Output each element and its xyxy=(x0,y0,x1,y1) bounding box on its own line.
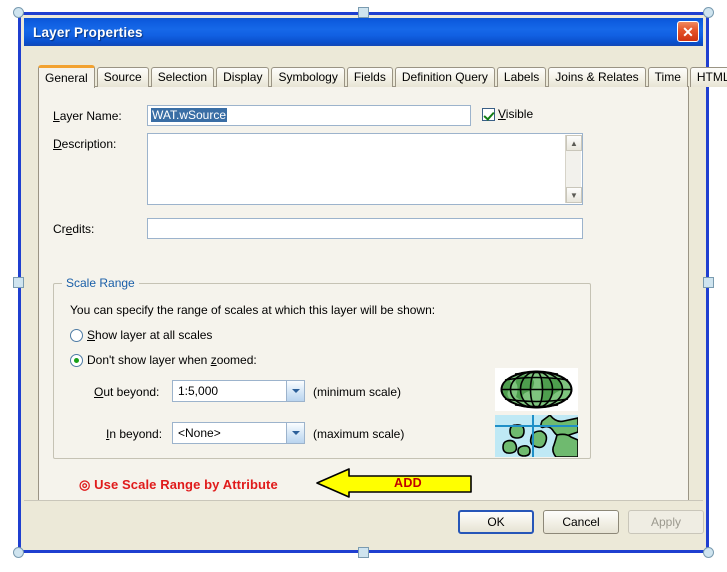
scale-range-group: Scale Range You can specify the range of… xyxy=(53,276,591,459)
window-titlebar[interactable]: Layer Properties ✕ xyxy=(24,18,703,46)
layer-name-label: LLayer Name:ayer Name: xyxy=(53,109,122,123)
out-beyond-hint: (minimum scale) xyxy=(313,385,402,399)
map-icon xyxy=(495,413,579,458)
description-scrollbar[interactable]: ▲ ▼ xyxy=(565,135,582,203)
tab-label: Display xyxy=(223,70,263,84)
selection-handle-middle-right[interactable] xyxy=(703,277,714,288)
out-beyond-combo[interactable]: 1:5,000 xyxy=(172,380,305,402)
tab-label: Fields xyxy=(353,70,386,84)
visible-checkbox[interactable]: Visible xyxy=(482,107,533,121)
radio-dont-show-when-zoomed[interactable]: Don't show layer when zoomed: xyxy=(70,353,257,367)
tab-label: Labels xyxy=(503,70,540,84)
tab-label: Source xyxy=(103,70,142,84)
world-globe-thumbnail xyxy=(495,368,578,411)
layer-name-input[interactable]: WAT.wSource xyxy=(147,105,471,126)
selection-handle-bottom-left[interactable] xyxy=(13,547,24,558)
use-scale-range-by-attribute-link[interactable]: ◎ Use Scale Range by Attribute xyxy=(79,477,278,493)
out-beyond-label: Out beyond: xyxy=(94,385,160,399)
scale-range-legend: Scale Range xyxy=(62,276,139,290)
apply-button: Apply xyxy=(628,510,704,534)
scroll-down-icon[interactable]: ▼ xyxy=(566,187,582,203)
tab-general[interactable]: General xyxy=(38,65,95,88)
general-tab-panel: LLayer Name:ayer Name: WAT.wSource Visib… xyxy=(38,86,689,501)
dialog-body: General Source Selection Display Symbolo… xyxy=(24,46,727,547)
cancel-button[interactable]: Cancel xyxy=(543,510,619,534)
dialog-button-bar: OK Cancel Apply xyxy=(24,500,704,547)
tab-symbology[interactable]: Symbology xyxy=(271,67,345,87)
tab-label: HTML Popup xyxy=(696,70,727,84)
in-beyond-value: <None> xyxy=(178,426,221,440)
description-textarea[interactable]: ▲ ▼ xyxy=(147,133,583,205)
tab-fields[interactable]: Fields xyxy=(346,67,393,87)
radio-dont-show-when-zoomed-label: Don't show layer when zoomed: xyxy=(87,353,257,367)
radio-circle-icon xyxy=(70,328,83,342)
layer-properties-window: Layer Properties ✕ General Source Select… xyxy=(18,12,727,553)
selection-handle-top-right[interactable] xyxy=(703,7,714,18)
tab-label: Definition Query xyxy=(401,70,488,84)
radio-circle-selected-icon xyxy=(70,353,83,367)
tab-joins-relates[interactable]: Joins & Relates xyxy=(548,67,646,87)
window-title: Layer Properties xyxy=(33,24,143,40)
visible-label: Visible xyxy=(498,107,534,121)
credits-input[interactable] xyxy=(147,218,583,239)
checkbox-check-icon xyxy=(482,107,495,121)
selection-handle-top-center[interactable] xyxy=(358,7,369,18)
zoomed-map-thumbnail xyxy=(495,413,579,458)
chevron-down-icon[interactable] xyxy=(286,423,304,443)
tab-display[interactable]: Display xyxy=(216,67,270,87)
tab-definition-query[interactable]: Definition Query xyxy=(394,67,495,87)
out-beyond-value: 1:5,000 xyxy=(178,384,219,398)
tab-label: General xyxy=(45,71,88,85)
add-callout-label: ADD xyxy=(394,476,422,490)
radio-show-all-scales[interactable]: Show layer at all scales xyxy=(70,328,212,342)
in-beyond-label: In beyond: xyxy=(106,427,163,441)
description-label: Description: xyxy=(53,137,117,151)
tab-label: Time xyxy=(654,70,681,84)
selection-handle-bottom-center[interactable] xyxy=(358,547,369,558)
chevron-down-icon[interactable] xyxy=(286,381,304,401)
tab-selection[interactable]: Selection xyxy=(150,67,215,87)
in-beyond-hint: (maximum scale) xyxy=(313,427,405,441)
radio-show-all-scales-label: Show layer at all scales xyxy=(87,328,213,342)
close-icon[interactable]: ✕ xyxy=(677,21,699,42)
tab-time[interactable]: Time xyxy=(647,67,688,87)
selection-handle-bottom-right[interactable] xyxy=(703,547,714,558)
selection-handle-middle-left[interactable] xyxy=(13,277,24,288)
tab-label: Joins & Relates xyxy=(555,70,639,84)
scale-range-intro: You can specify the range of scales at w… xyxy=(70,303,436,317)
ok-button[interactable]: OK xyxy=(458,510,534,534)
credits-label: Credits: xyxy=(53,222,95,236)
tab-html-popup[interactable]: HTML Popup xyxy=(689,67,727,87)
tab-label: Symbology xyxy=(278,70,338,84)
scroll-up-icon[interactable]: ▲ xyxy=(566,135,582,151)
layer-name-value: WAT.wSource xyxy=(151,108,228,122)
tab-labels[interactable]: Labels xyxy=(496,67,547,87)
tab-source[interactable]: Source xyxy=(96,67,149,87)
description-value xyxy=(148,134,582,137)
tab-strip: General Source Selection Display Symbolo… xyxy=(38,65,727,88)
in-beyond-combo[interactable]: <None> xyxy=(172,422,305,444)
tab-label: Selection xyxy=(157,70,208,84)
globe-icon xyxy=(495,368,578,411)
selection-handle-top-left[interactable] xyxy=(13,7,24,18)
